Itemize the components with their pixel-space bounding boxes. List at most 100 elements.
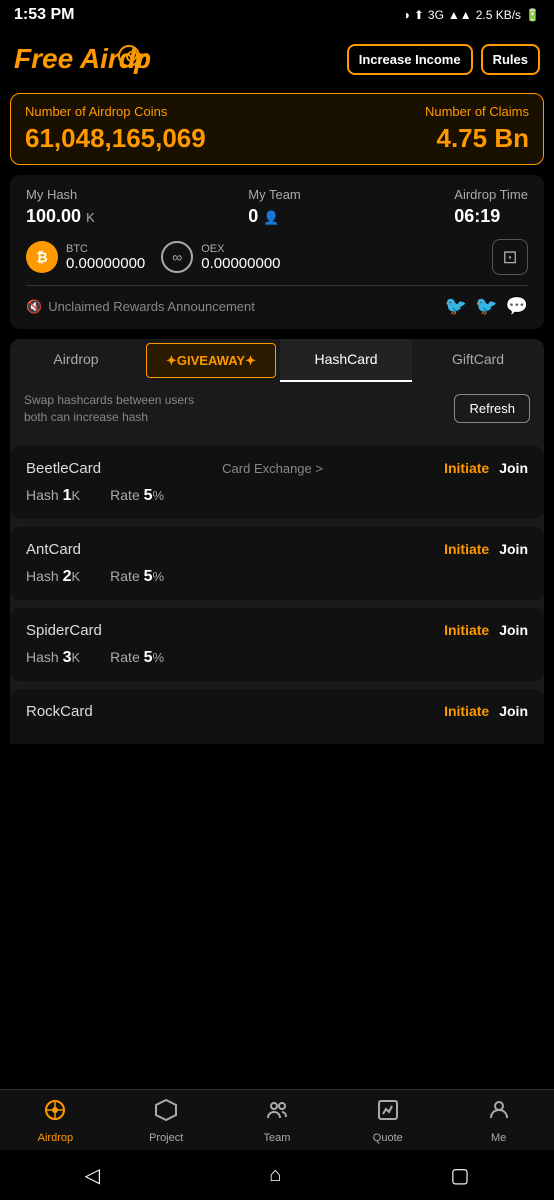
wifi-icon: ▲▲	[448, 8, 472, 22]
oex-info: OEX 0.00000000	[201, 243, 280, 272]
spider-card-header: SpiderCard Initiate Join	[26, 622, 528, 639]
nav-me-label: Me	[491, 1132, 506, 1144]
tab-giftcard[interactable]: GiftCard	[412, 339, 544, 382]
twitter-icon-2[interactable]: 🐦	[475, 296, 497, 317]
signal-icon: ⬆	[414, 8, 424, 22]
btc-label: BTC	[66, 243, 145, 255]
home-button[interactable]: ⌂	[269, 1164, 281, 1187]
tab-giveaway[interactable]: ✦GIVEAWAY✦	[146, 343, 276, 378]
spider-card-stats: Hash 3K Rate 5%	[26, 649, 528, 667]
beetle-rate-stat: Rate 5%	[110, 487, 164, 505]
cards-list: BeetleCard Card Exchange > Initiate Join…	[10, 446, 544, 744]
airdrop-nav-icon	[43, 1098, 67, 1128]
stats-banner: Number of Airdrop Coins 61,048,165,069 N…	[10, 93, 544, 165]
ant-card-name: AntCard	[26, 541, 81, 558]
btc-value: 0.00000000	[66, 255, 145, 272]
table-row: AntCard Initiate Join Hash 2K Rate 5%	[10, 527, 544, 600]
beetle-card-stats: Hash 1K Rate 5%	[26, 487, 528, 505]
discord-icon[interactable]: 💬	[506, 296, 528, 317]
nav-team-label: Team	[264, 1132, 291, 1144]
my-hash-label: My Hash	[26, 187, 95, 202]
rules-button[interactable]: Rules	[481, 44, 540, 76]
ant-rate-stat: Rate 5%	[110, 568, 164, 586]
android-nav: ◁ ⌂ ▢	[0, 1150, 554, 1200]
nav-airdrop-label: Airdrop	[38, 1132, 73, 1144]
oex-label: OEX	[201, 243, 280, 255]
spider-hash-stat: Hash 3K	[26, 649, 80, 667]
airdrop-coins-stat: Number of Airdrop Coins 61,048,165,069	[25, 104, 206, 154]
spider-rate-stat: Rate 5%	[110, 649, 164, 667]
card-exchange-label: Card Exchange >	[222, 461, 323, 476]
rock-card-name: RockCard	[26, 703, 93, 720]
speaker-icon: 🔇	[26, 299, 42, 315]
status-time: 1:53 PM	[14, 6, 74, 24]
rock-card-actions: Initiate Join	[444, 703, 528, 719]
increase-income-button[interactable]: Increase Income	[347, 44, 473, 76]
claims-stat: Number of Claims 4.75 Bn	[425, 104, 529, 154]
crypto-row: ₿ BTC 0.00000000 ∞ OEX 0.00000000 ⊡	[26, 239, 528, 275]
info-grid: My Hash 100.00 K My Team 0 👤 Airdrop Tim…	[26, 187, 528, 227]
airdrop-time-value: 06:19	[454, 206, 528, 227]
hashcard-description-row: Swap hashcards between usersboth can inc…	[24, 392, 530, 426]
hashcard-desc-text: Swap hashcards between usersboth can inc…	[24, 392, 194, 426]
bottom-nav: Airdrop Project Team Quote	[0, 1089, 554, 1150]
oex-value: 0.00000000	[201, 255, 280, 272]
beetle-card-name: BeetleCard	[26, 460, 101, 477]
nav-airdrop[interactable]: Airdrop	[0, 1098, 111, 1144]
ant-card-header: AntCard Initiate Join	[26, 541, 528, 558]
quote-nav-icon	[376, 1098, 400, 1128]
spider-initiate-button[interactable]: Initiate	[444, 622, 489, 638]
rock-card-header: RockCard Initiate Join	[26, 703, 528, 720]
me-nav-icon	[487, 1098, 511, 1128]
beetle-initiate-button[interactable]: Initiate	[444, 460, 489, 476]
btc-info: BTC 0.00000000	[66, 243, 145, 272]
tabs-container: Airdrop ✦GIVEAWAY✦ HashCard GiftCard	[10, 339, 544, 382]
tab-airdrop[interactable]: Airdrop	[10, 339, 142, 382]
spider-card-actions: Initiate Join	[444, 622, 528, 638]
airdrop-time-label: Airdrop Time	[454, 187, 528, 202]
nav-team[interactable]: Team	[222, 1098, 333, 1144]
status-bar: 1:53 PM ◑ ⬆ 3G ▲▲ 2.5 KB/s 🔋	[0, 0, 554, 30]
table-row: BeetleCard Card Exchange > Initiate Join…	[10, 446, 544, 519]
header: Free Airdr ⊙ p Increase Income Rules	[0, 30, 554, 93]
claims-label: Number of Claims	[425, 104, 529, 119]
project-nav-icon	[154, 1098, 178, 1128]
timer-icon: ◑	[403, 8, 410, 22]
beetle-card-actions: Initiate Join	[444, 460, 528, 476]
table-row: SpiderCard Initiate Join Hash 3K Rate 5%	[10, 608, 544, 681]
twitter-icon-1[interactable]: 🐦	[445, 296, 467, 317]
speed-icon: 2.5 KB/s	[476, 8, 521, 22]
beetle-card-header: BeetleCard Card Exchange > Initiate Join	[26, 460, 528, 477]
rock-join-button[interactable]: Join	[499, 703, 528, 719]
social-icons: 🐦 🐦 💬	[445, 296, 528, 317]
oex-icon: ∞	[161, 241, 193, 273]
rock-initiate-button[interactable]: Initiate	[444, 703, 489, 719]
wallet-icon[interactable]: ⊡	[492, 239, 528, 275]
nav-me[interactable]: Me	[443, 1098, 554, 1144]
announcement-text: 🔇 Unclaimed Rewards Announcement	[26, 299, 255, 315]
beetle-join-button[interactable]: Join	[499, 460, 528, 476]
hashcard-area: Swap hashcards between usersboth can inc…	[10, 382, 544, 446]
ant-card-actions: Initiate Join	[444, 541, 528, 557]
app-logo: Free Airdr ⊙ p	[14, 36, 174, 83]
tab-hashcard[interactable]: HashCard	[280, 339, 412, 382]
nav-quote-label: Quote	[373, 1132, 403, 1144]
nav-quote[interactable]: Quote	[332, 1098, 443, 1144]
spider-card-name: SpiderCard	[26, 622, 102, 639]
refresh-button[interactable]: Refresh	[454, 394, 530, 423]
btc-item: ₿ BTC 0.00000000	[26, 241, 145, 273]
airdrop-coins-value: 61,048,165,069	[25, 123, 206, 154]
battery-icon: 🔋	[525, 8, 540, 22]
oex-item: ∞ OEX 0.00000000	[161, 241, 280, 273]
back-button[interactable]: ◁	[85, 1163, 100, 1188]
nav-project[interactable]: Project	[111, 1098, 222, 1144]
spider-join-button[interactable]: Join	[499, 622, 528, 638]
ant-join-button[interactable]: Join	[499, 541, 528, 557]
my-hash-value: 100.00 K	[26, 206, 95, 227]
announcement-bar: 🔇 Unclaimed Rewards Announcement 🐦 🐦 💬	[26, 285, 528, 317]
recent-button[interactable]: ▢	[450, 1163, 469, 1188]
ant-initiate-button[interactable]: Initiate	[444, 541, 489, 557]
ant-hash-stat: Hash 2K	[26, 568, 80, 586]
table-row: RockCard Initiate Join	[10, 689, 544, 744]
info-row: My Hash 100.00 K My Team 0 👤 Airdrop Tim…	[10, 175, 544, 329]
